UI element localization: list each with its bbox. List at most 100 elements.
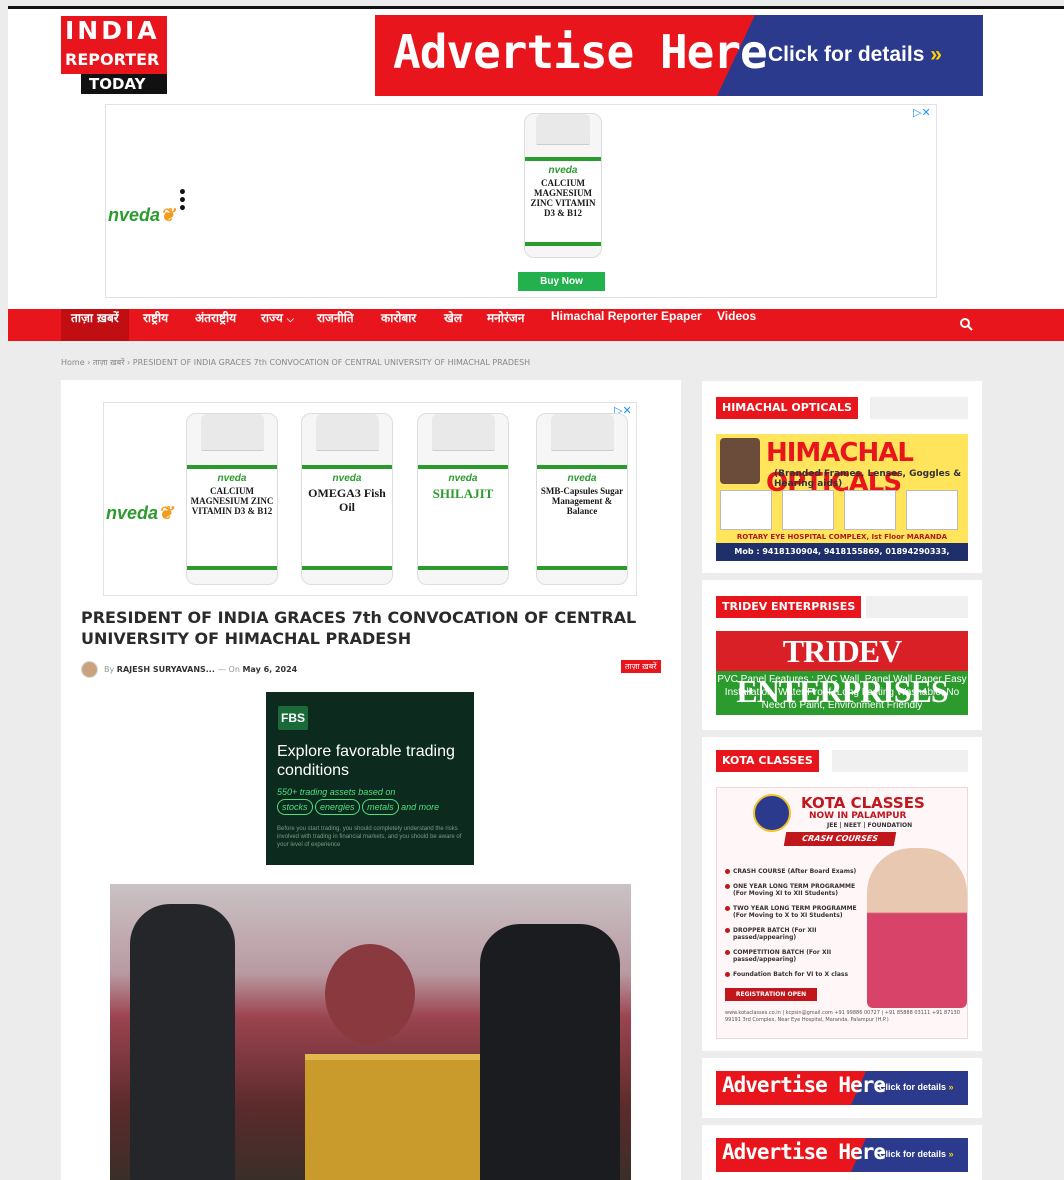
nveda-ad-top[interactable]: nveda❦ • • • ▷✕ nveda CALCIUM MAGNESIUM ZI… [105, 104, 937, 298]
opticals-ad[interactable]: HIMACHAL OPTICALS (Branded Frames, Lense… [716, 434, 968, 561]
bottle-brand: nveda [548, 164, 578, 176]
list-item: CRASH COURSE (After Board Exams) [725, 868, 865, 875]
article-meta: By RAJESH SURYAVANS... — On May 6, 2024 … [81, 660, 661, 680]
author-avatar[interactable] [81, 661, 98, 678]
nav-item-national[interactable]: राष्ट्रीय [143, 309, 168, 341]
breadcrumb: Home › ताज़ा ख़बरें › PRESIDENT OF INDIA… [61, 357, 530, 368]
bottle-product: CALCIUM MAGNESIUM ZINC VITAMIN D3 & B12 [530, 177, 596, 218]
advertise-banner-small[interactable]: Advertise Here Click for details » [716, 1071, 968, 1105]
sidebar-widget-ad-1: Advertise Here Click for details » [702, 1058, 982, 1118]
bottle-product: OMEGA3 Fish Oil [308, 486, 386, 514]
nveda-logo: nveda❦ [106, 503, 173, 524]
fbs-pill-metals: metals [362, 799, 399, 815]
banner-cta: Click for details » [768, 43, 942, 67]
leaf-icon: ❦ [158, 503, 174, 523]
opticals-photo [720, 438, 760, 484]
banner-cta: Click for details » [879, 1082, 954, 1092]
photo-podium [305, 1054, 485, 1180]
list-item: DROPPER BATCH (For XII passed/appearing) [725, 927, 865, 941]
sidebar-widget-kota: KOTA CLASSES KOTA CLASSES NOW IN PALAMPU… [702, 737, 982, 1051]
nveda-logo: nveda❦ [108, 205, 175, 226]
product-bottle-shilajit: nveda SHILAJIT [417, 413, 509, 585]
tridev-ad[interactable]: TRIDEV ENTERPRISES PVC Panel Features : … [716, 631, 968, 715]
opticals-mobile: Mob : 9418130904, 9418155869, 0189429033… [716, 543, 968, 561]
kota-student-image [867, 848, 967, 1008]
leaf-icon: ❦ [160, 205, 176, 225]
eye-image [782, 490, 834, 530]
logo-line-2: REPORTER [61, 46, 167, 74]
nav-item-international[interactable]: अंतराष्ट्रीय [195, 309, 236, 341]
nav-item-epaper[interactable]: Himachal Reporter Epaper [551, 309, 702, 341]
banner-cta-arrow: » [930, 43, 942, 66]
bottle-brand: nveda [448, 473, 478, 484]
nav-item-politics[interactable]: राजनीति [317, 309, 354, 341]
nav-item-state[interactable]: राज्य ⌵ [261, 309, 294, 341]
sidebar-widget-tridev: TRIDEV ENTERPRISES TRIDEV ENTERPRISES PV… [702, 580, 982, 730]
hearing-aid-image [906, 490, 958, 530]
site-logo[interactable]: INDIA REPORTER TODAY [61, 16, 167, 96]
banner-headline: Advertise Here [393, 25, 768, 79]
fbs-sub-text: 550+ trading assets based on [277, 787, 396, 797]
author-name[interactable]: RAJESH SURYAVANS... [117, 665, 215, 674]
banner-cta-text: Click for details [768, 43, 925, 66]
kota-ad[interactable]: KOTA CLASSES NOW IN PALAMPUR JEE | NEET … [716, 787, 968, 1039]
site-header: INDIA REPORTER TODAY Advertise Here Clic… [8, 9, 1064, 309]
widget-title-bar [866, 596, 968, 618]
tridev-ad-title: TRIDEV ENTERPRISES [716, 631, 968, 709]
fbs-headline: Explore favorable trading conditions [277, 743, 455, 779]
logo-line-3: TODAY [81, 74, 167, 94]
nav-item-sports[interactable]: खेल [444, 309, 462, 341]
banner-headline: Advertise Here [722, 1073, 886, 1097]
breadcrumb-separator: › [87, 358, 91, 367]
kota-crash-badge: CRASH COURSES [783, 832, 897, 846]
fbs-ad[interactable]: FBS Explore favorable trading conditions… [266, 692, 474, 865]
product-bottle: nveda CALCIUM MAGNESIUM ZINC VITAMIN D3 … [524, 113, 602, 258]
chevron-down-icon: ⌵ [287, 315, 294, 325]
advertise-banner[interactable]: Advertise Here Click for details » [375, 15, 983, 96]
sidebar-widget-ad-2: Advertise Here Click for details » [702, 1125, 982, 1180]
breadcrumb-current: PRESIDENT OF INDIA GRACES 7th CONVOCATIO… [132, 358, 531, 367]
product-bottle-calcium: nveda CALCIUM MAGNESIUM ZINC VITAMIN D3 &… [186, 413, 278, 585]
more-options-icon[interactable]: • • • [178, 186, 187, 216]
photo-aide-right [480, 924, 620, 1180]
banner-headline: Advertise Here [722, 1140, 886, 1164]
nav-item-latest[interactable]: ताज़ा ख़बरें [61, 309, 129, 341]
bottle-label: nveda CALCIUM MAGNESIUM ZINC VITAMIN D3 … [525, 156, 601, 246]
bottle-label: nveda OMEGA3 Fish Oil [302, 465, 392, 571]
breadcrumb-home[interactable]: Home [61, 358, 85, 367]
fbs-pill-energies: energies [315, 799, 360, 815]
nav-item-videos[interactable]: Videos [717, 309, 756, 341]
nveda-ad-article[interactable]: nveda❦ ▷✕ nveda CALCIUM MAGNESIUM ZINC VI… [103, 402, 637, 596]
opticals-ad-sub: (Branded Frames, Lenses, Goggles & Heari… [774, 469, 962, 489]
bottle-cap [550, 414, 614, 452]
banner-cta-text: Click for details [879, 1082, 947, 1092]
kota-ad-title: KOTA CLASSES [801, 794, 925, 812]
product-bottle-omega: nveda OMEGA3 Fish Oil [301, 413, 393, 585]
dateline: — On May 6, 2024 [218, 665, 297, 674]
breadcrumb-category[interactable]: ताज़ा ख़बरें [93, 358, 125, 367]
article-title: PRESIDENT OF INDIA GRACES 7th CONVOCATIO… [81, 608, 637, 648]
kota-ad-exams: JEE | NEET | FOUNDATION [827, 822, 913, 829]
nav-item-entertainment[interactable]: मनोरंजन [487, 309, 524, 341]
widget-title: HIMACHAL OPTICALS [716, 397, 858, 419]
list-item: Foundation Batch for VI to X class [725, 971, 865, 978]
nav-item-state-label: राज्य [261, 311, 283, 325]
nav-item-business[interactable]: कारोबार [381, 309, 416, 341]
publish-date: May 6, 2024 [242, 665, 298, 674]
advertise-banner-small[interactable]: Advertise Here Click for details » [716, 1138, 968, 1172]
bottle-product: SHILAJIT [432, 486, 494, 501]
fbs-disclaimer: Before you start trading, you should com… [277, 826, 462, 848]
kota-ad-now: NOW IN PALAMPUR [809, 811, 907, 821]
banner-cta-arrow: » [948, 1149, 954, 1159]
category-badge[interactable]: ताज़ा ख़बरें [621, 660, 661, 673]
widget-title-bar [870, 397, 968, 419]
adchoices-icon[interactable]: ▷✕ [913, 106, 931, 119]
bottle-label: nveda CALCIUM MAGNESIUM ZINC VITAMIN D3 &… [187, 465, 277, 571]
search-icon[interactable] [959, 317, 973, 331]
buy-now-button[interactable]: Buy Now [518, 272, 605, 291]
kota-course-list: CRASH COURSE (After Board Exams) ONE YEA… [725, 868, 865, 986]
list-item: COMPETITION BATCH (For XII passed/appear… [725, 949, 865, 963]
photo-speaker [325, 944, 415, 1044]
main-nav: ताज़ा ख़बरें राष्ट्रीय अंतराष्ट्रीय राज्… [8, 309, 1064, 341]
banner-cta-text: Click for details [879, 1149, 947, 1159]
